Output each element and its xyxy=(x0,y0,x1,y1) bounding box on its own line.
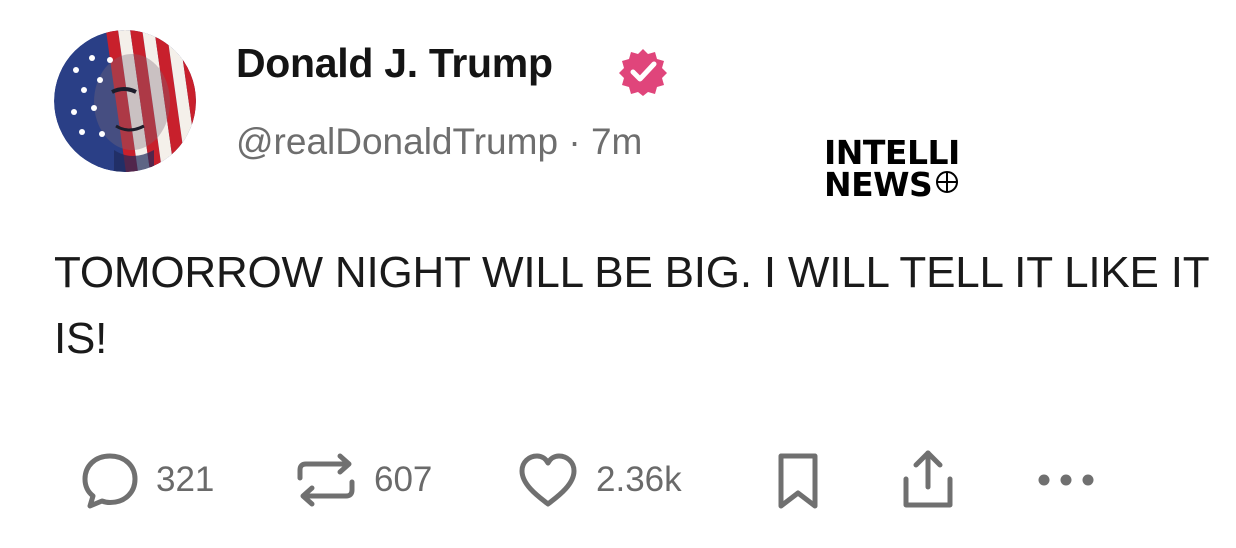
display-name[interactable]: Donald J. Trump xyxy=(236,40,553,87)
repost-count: 607 xyxy=(374,460,433,499)
reply-count: 321 xyxy=(156,460,215,499)
repost-button[interactable]: 607 xyxy=(290,440,432,520)
crosshair-icon xyxy=(936,171,959,193)
post-timestamp[interactable]: 7m xyxy=(591,121,642,162)
bookmark-button[interactable] xyxy=(768,440,828,520)
like-count: 2.36k xyxy=(596,460,682,499)
avatar[interactable] xyxy=(54,30,196,172)
action-bar: 321 607 2.36k xyxy=(0,440,1236,520)
reply-button[interactable]: 321 xyxy=(76,440,214,520)
author-handle[interactable]: @realDonaldTrump xyxy=(236,121,558,162)
post-text: TOMORROW NIGHT WILL BE BIG. I WILL TELL … xyxy=(54,248,1209,363)
bookmark-icon xyxy=(778,453,818,509)
handle-row: @realDonaldTrump · 7m xyxy=(236,121,642,163)
share-icon xyxy=(903,450,953,508)
verified-badge-icon xyxy=(619,49,667,96)
intellinews-watermark: INTELLI NEWS xyxy=(824,136,960,201)
watermark-line-2: NEWS xyxy=(824,168,960,201)
more-icon xyxy=(1038,474,1094,486)
reply-icon xyxy=(82,453,138,509)
heart-icon xyxy=(519,453,577,507)
watermark-line-2-text: NEWS xyxy=(824,165,933,204)
share-button[interactable] xyxy=(896,440,960,520)
more-button[interactable] xyxy=(1030,440,1102,520)
profile-avatar-icon xyxy=(54,30,196,172)
handle-separator: · xyxy=(568,121,581,162)
post-card: Donald J. Trump @realDonaldTrump · 7m IN… xyxy=(0,0,1236,548)
like-button[interactable]: 2.36k xyxy=(512,440,682,520)
repost-icon xyxy=(297,453,355,507)
